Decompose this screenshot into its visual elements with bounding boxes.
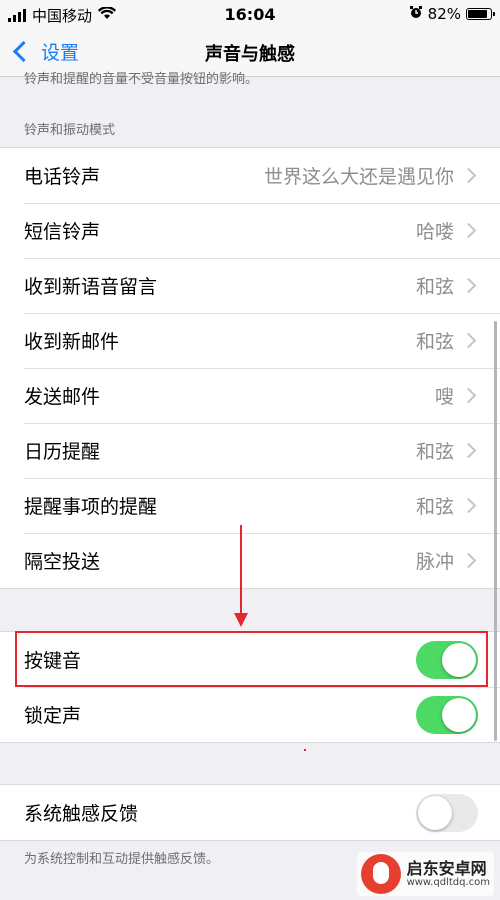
- row-value: 和弦: [415, 496, 454, 518]
- status-right: 82%: [409, 5, 495, 23]
- scrollbar[interactable]: [494, 321, 497, 741]
- list-item-reminder-alerts[interactable]: 提醒事项的提醒 和弦: [0, 478, 500, 533]
- chevron-right-icon: [460, 442, 477, 459]
- list-item-phone-ringtone[interactable]: 电话铃声 世界这么大还是遇见你: [0, 148, 500, 203]
- row-label: 日历提醒: [24, 441, 101, 463]
- chevron-right-icon: [460, 167, 477, 184]
- row-label: 收到新邮件: [24, 331, 120, 353]
- row-value: 哈喽: [415, 221, 454, 243]
- row-label: 提醒事项的提醒: [24, 496, 158, 518]
- row-value: 和弦: [415, 441, 454, 463]
- row-label: 隔空投送: [24, 551, 101, 573]
- page-title: 声音与触感: [205, 44, 295, 65]
- battery-percent: 82%: [427, 5, 461, 23]
- list-item-new-mail[interactable]: 收到新邮件 和弦: [0, 313, 500, 368]
- settings-content: 铃声和提醒的音量不受音量按钮的影响。 铃声和振动模式 电话铃声 世界这么大还是遇…: [0, 72, 500, 900]
- chevron-right-icon: [460, 497, 477, 514]
- ringtone-section-header: 铃声和振动模式: [24, 123, 116, 138]
- system-haptics-toggle[interactable]: [416, 793, 478, 832]
- volume-note: 铃声和提醒的音量不受音量按钮的影响。: [24, 72, 259, 87]
- row-label: 锁定声: [24, 705, 82, 727]
- watermark-url: www.qdltdq.com: [406, 877, 490, 889]
- chevron-right-icon: [460, 277, 477, 294]
- chevron-right-icon: [460, 387, 477, 404]
- annotation-arrow-line: [240, 525, 242, 615]
- annotation-highlight-box: [15, 631, 488, 687]
- alarm-icon: [409, 5, 423, 23]
- lock-sound-toggle[interactable]: [416, 695, 478, 734]
- row-value: 脉冲: [415, 551, 454, 573]
- navigation-bar: 设置 声音与触感: [0, 30, 500, 77]
- haptics-footer-note: 为系统控制和互动提供触感反馈。: [24, 852, 220, 867]
- haptics-list: 系统触感反馈: [0, 784, 500, 841]
- list-item-sent-mail[interactable]: 发送邮件 嗖: [0, 368, 500, 423]
- row-value: 世界这么大还是遇见你: [263, 166, 454, 188]
- chevron-right-icon: [460, 332, 477, 349]
- battery-icon: [466, 8, 495, 20]
- watermark-logo-icon: [360, 854, 401, 894]
- list-item-calendar-alerts[interactable]: 日历提醒 和弦: [0, 423, 500, 478]
- ringtone-list: 电话铃声 世界这么大还是遇见你 短信铃声 哈喽 收到新语音留言 和弦 收到新邮件…: [0, 147, 500, 589]
- row-label: 收到新语音留言: [24, 276, 158, 298]
- row-value: 嗖: [434, 386, 454, 408]
- annotation-arrow-head: [234, 613, 248, 627]
- status-bar: 中国移动 16:04 82%: [0, 0, 500, 30]
- row-value: 和弦: [415, 276, 454, 298]
- watermark-text: 启东安卓网 www.qdltdq.com: [407, 860, 490, 889]
- list-item-lock-sound: 锁定声: [0, 687, 500, 742]
- list-item-sms-ringtone[interactable]: 短信铃声 哈喽: [0, 203, 500, 258]
- row-label: 电话铃声: [24, 166, 101, 188]
- row-label: 短信铃声: [24, 221, 101, 243]
- annotation-dot: [304, 749, 306, 751]
- list-item-airdrop[interactable]: 隔空投送 脉冲: [0, 533, 500, 588]
- row-value: 和弦: [415, 331, 454, 353]
- chevron-right-icon: [460, 552, 477, 569]
- list-item-system-haptics: 系统触感反馈: [0, 785, 500, 840]
- row-label: 系统触感反馈: [24, 803, 139, 825]
- chevron-right-icon: [460, 222, 477, 239]
- watermark: 启东安卓网 www.qdltdq.com: [356, 852, 494, 896]
- watermark-name: 启东安卓网: [406, 858, 487, 878]
- row-label: 发送邮件: [24, 386, 101, 408]
- list-item-new-voicemail[interactable]: 收到新语音留言 和弦: [0, 258, 500, 313]
